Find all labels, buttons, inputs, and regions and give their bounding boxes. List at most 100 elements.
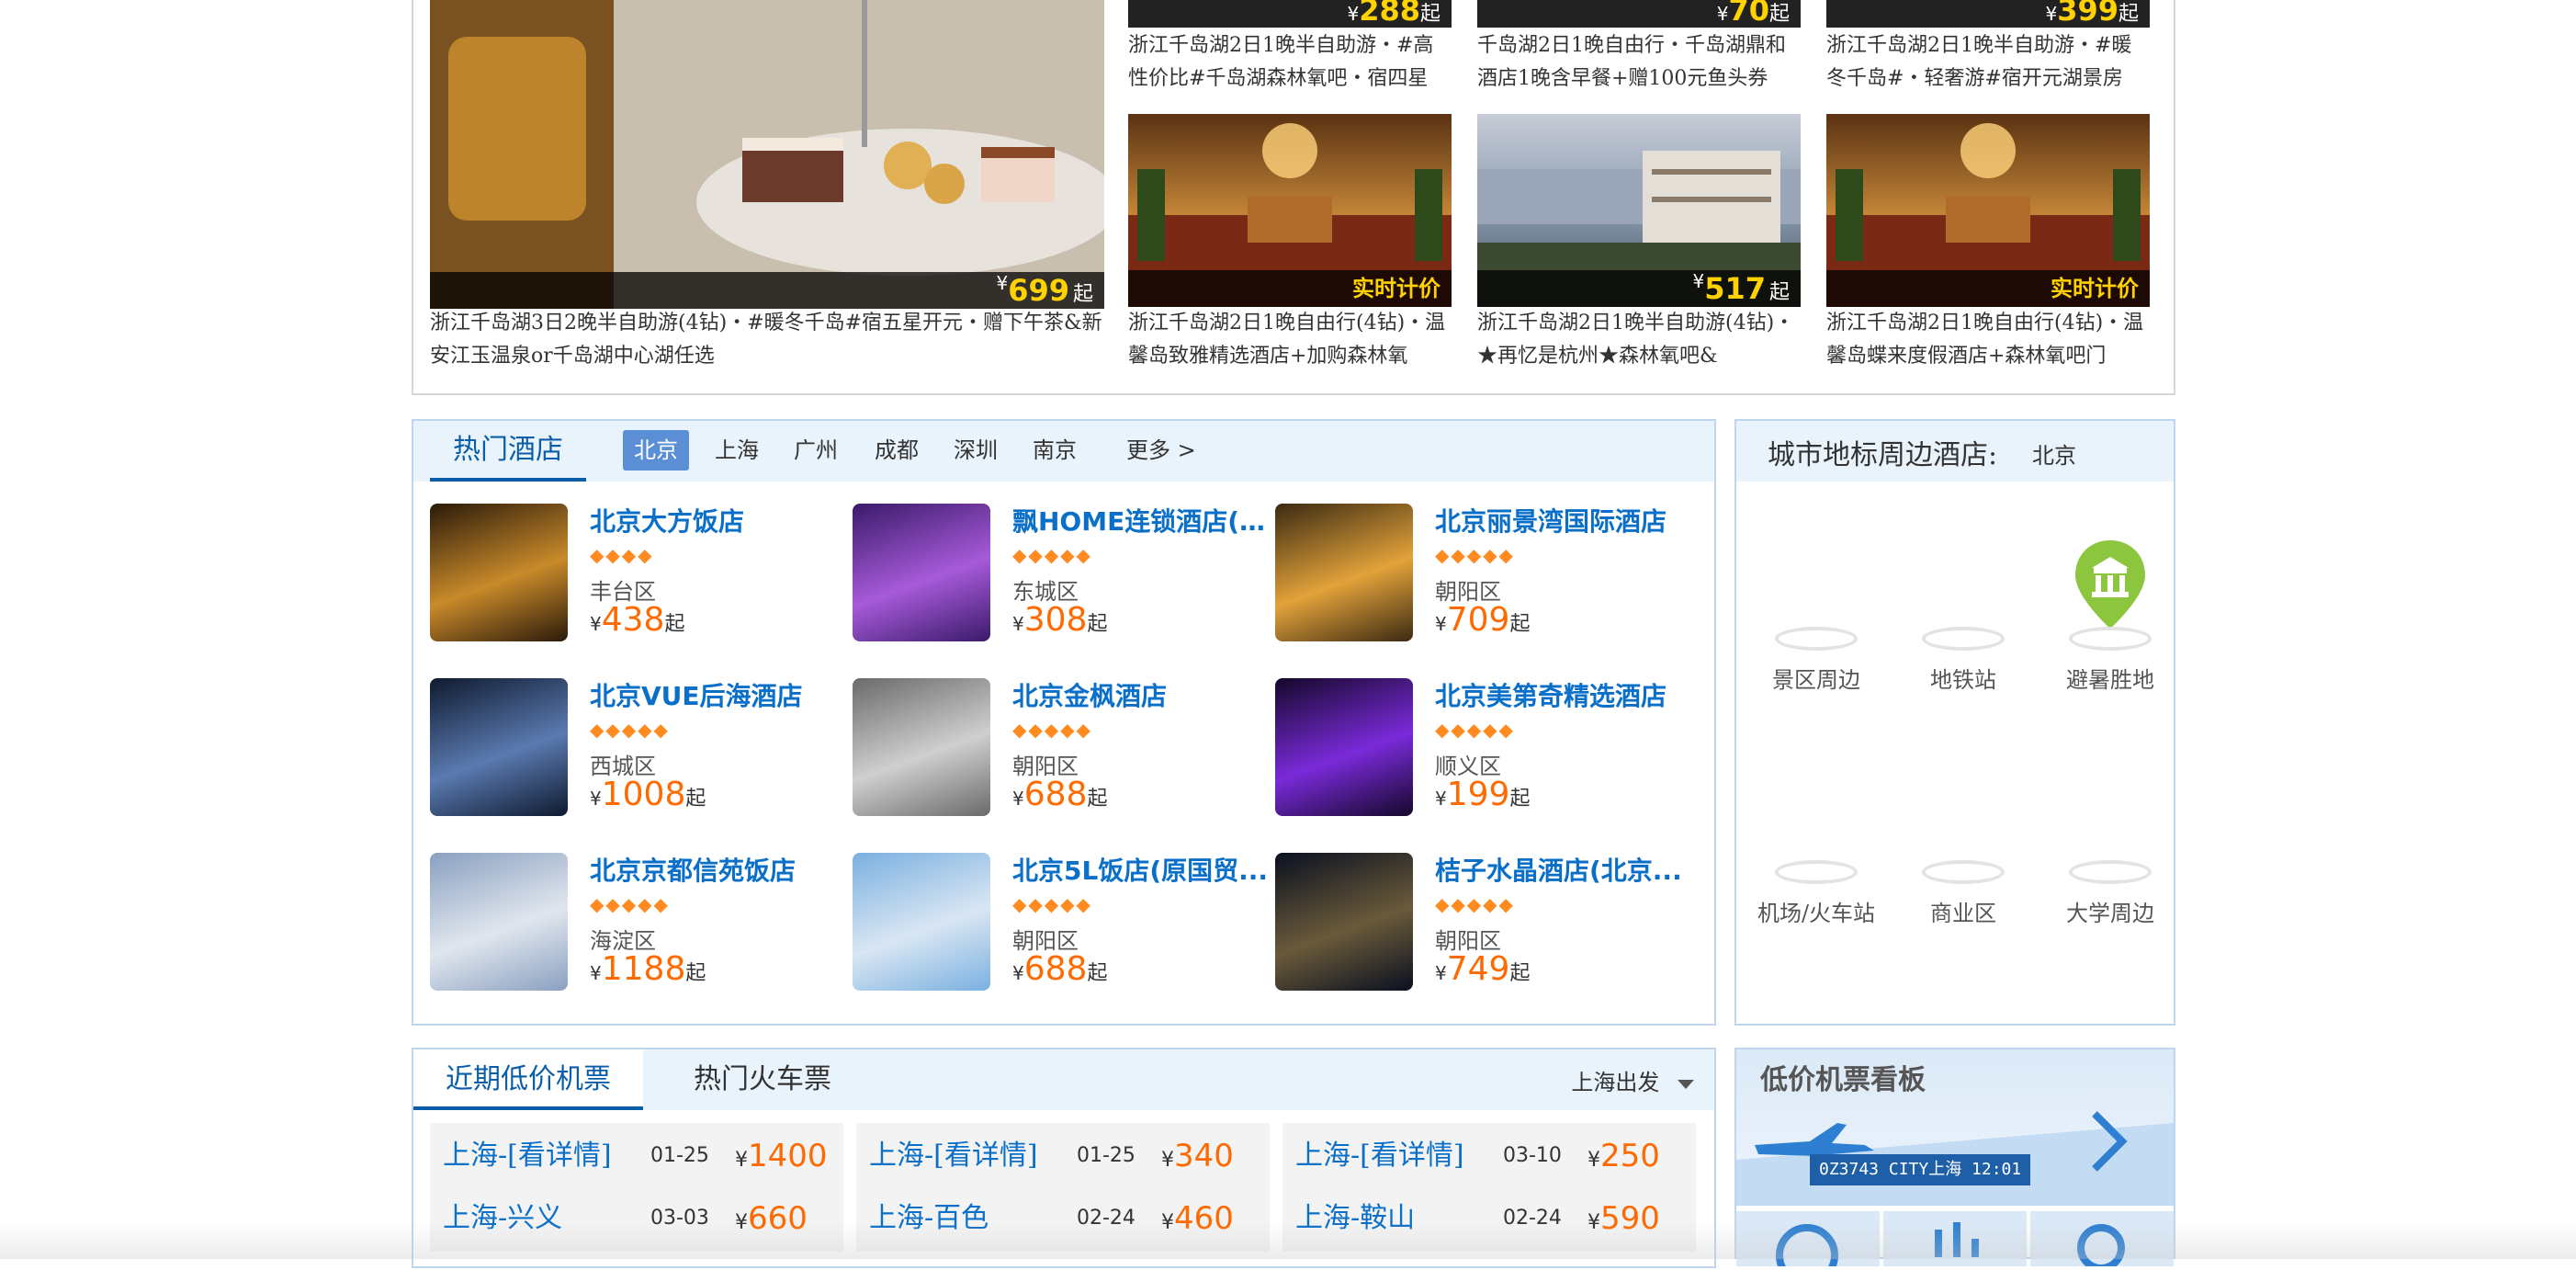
- hotel-price: ¥688起: [1012, 776, 1108, 813]
- landmark-label: 机场/火车站: [1757, 901, 1876, 926]
- hotel-thumbnail[interactable]: [430, 853, 568, 991]
- hotel-thumbnail[interactable]: [430, 504, 568, 641]
- price-from-label: 起: [1072, 283, 1093, 306]
- landmark-summer-resort[interactable]: 避暑胜地: [2041, 537, 2179, 694]
- landmark-airport-station[interactable]: 机场/火车站: [1747, 860, 1885, 927]
- landmark-title: 城市地标周边酒店:: [1768, 439, 1998, 471]
- package-card-top-3[interactable]: ¥399起 浙江千岛湖2日1晚半自助游・#暖冬千岛#・轻奢游#宿开元湖景房: [1826, 0, 2150, 96]
- landmark-label: 大学周边: [2066, 901, 2154, 926]
- hotel-name[interactable]: 北京丽景湾国际酒店: [1435, 504, 1692, 540]
- package-card-2[interactable]: ¥517 起 浙江千岛湖2日1晚半自助游(4钻)・★再忆是杭州★森林氧吧&: [1477, 114, 1801, 373]
- hotel-price: ¥308起: [1012, 601, 1108, 639]
- featured-package-image[interactable]: ¥699 起: [430, 0, 1104, 309]
- flight-route[interactable]: 上海-[看详情]: [869, 1128, 1038, 1184]
- flight-date: 01-25: [1077, 1144, 1135, 1167]
- hotel-card[interactable]: 桔子水晶酒店(北京... ◆◆◆◆◆ 朝阳区 ¥749起: [1275, 853, 1682, 1000]
- package-card-1[interactable]: 实时计价 浙江千岛湖2日1晚自由行(4钻)・温馨岛致雅精选酒店+加购森林氧: [1128, 114, 1452, 373]
- diamond-rating-icons: ◆◆◆◆◆: [1435, 893, 1515, 915]
- board-title: 低价机票看板: [1760, 1064, 1926, 1096]
- diamond-rating-icons: ◆◆◆◆◆: [1012, 544, 1092, 566]
- hot-hotels-title: 热门酒店: [430, 421, 586, 482]
- diamond-rating-icons: ◆◆◆◆◆: [1012, 893, 1092, 915]
- hotel-name[interactable]: 北京美第奇精选酒店: [1435, 678, 1692, 715]
- hotel-price: ¥199起: [1435, 776, 1531, 813]
- pin-base-icon: [1775, 627, 1858, 651]
- flight-row[interactable]: 上海-[看详情] 01-25 ¥340: [869, 1128, 1270, 1184]
- hotel-card[interactable]: 北京大方饭店 ◆◆◆◆ 丰台区 ¥438起: [430, 504, 834, 651]
- package-price: 399: [2057, 0, 2118, 28]
- flight-date: 01-25: [650, 1144, 709, 1167]
- package-price-bar: 实时计价: [1128, 270, 1452, 307]
- landmark-business[interactable]: 商业区: [1894, 860, 2032, 927]
- realtime-price-label: 实时计价: [2051, 276, 2139, 301]
- city-tab-shenzhen[interactable]: 深圳: [943, 430, 1009, 471]
- flight-route[interactable]: 上海-[看详情]: [443, 1128, 612, 1184]
- package-price-bar: ¥517 起: [1477, 270, 1801, 307]
- diamond-rating-icons: ◆◆◆◆◆: [1435, 719, 1515, 741]
- hotel-card[interactable]: 北京VUE后海酒店 ◆◆◆◆◆ 西城区 ¥1008起: [430, 678, 834, 825]
- flight-row[interactable]: 上海-[看详情] 03-10 ¥250: [1295, 1128, 1696, 1184]
- tab-hot-trains[interactable]: 热门火车票: [661, 1049, 864, 1110]
- map-pin-icon: [2075, 540, 2145, 629]
- flight-route[interactable]: 上海-[看详情]: [1295, 1128, 1464, 1184]
- hotel-name[interactable]: 北京VUE后海酒店: [590, 678, 847, 715]
- departure-select[interactable]: 上海出发: [1571, 1064, 1694, 1096]
- hotel-card[interactable]: 北京丽景湾国际酒店 ◆◆◆◆◆ 朝阳区 ¥709起: [1275, 504, 1679, 651]
- package-panel: ¥699 起 浙江千岛湖3日2晚半自助游(4钻)・#暖冬千岛#宿五星开元・赠下午茶…: [412, 0, 2175, 395]
- more-cities-link[interactable]: 更多 >: [1115, 430, 1207, 471]
- city-tab-chengdu[interactable]: 成都: [864, 430, 930, 471]
- landmark-label: 地铁站: [1930, 667, 1996, 693]
- package-desc: 浙江千岛湖2日1晚自由行(4钻)・温馨岛蝶来度假酒店+森林氧吧门: [1826, 312, 2144, 368]
- price-from-label: 起: [1419, 3, 1441, 26]
- afternoon-tea-illustration: [430, 0, 1104, 309]
- hotel-name[interactable]: 北京大方饭店: [590, 504, 847, 540]
- hotel-name[interactable]: 北京5L饭店(原国贸...: [1012, 853, 1270, 890]
- hotel-card[interactable]: 北京5L饭店(原国贸... ◆◆◆◆◆ 朝阳区 ¥688起: [853, 853, 1268, 1000]
- package-price: 70: [1728, 0, 1769, 28]
- featured-price-bar: ¥699 起: [430, 272, 1104, 309]
- hotel-name[interactable]: 北京京都信苑饭店: [590, 853, 847, 890]
- tab-low-price-flights[interactable]: 近期低价机票: [413, 1049, 643, 1110]
- board-banner[interactable]: 低价机票看板 0Z3743 CITY上海 12:01: [1736, 1049, 2174, 1206]
- hotel-card[interactable]: 北京美第奇精选酒店 ◆◆◆◆◆ 顺义区 ¥199起: [1275, 678, 1679, 825]
- pin-base-icon: [2069, 627, 2152, 651]
- diamond-rating-icons: ◆◆◆◆: [590, 544, 654, 566]
- package-image: 实时计价: [1128, 114, 1452, 307]
- departure-label: 上海出发: [1571, 1070, 1660, 1095]
- hotel-thumbnail[interactable]: [1275, 853, 1413, 991]
- hotel-thumbnail[interactable]: [1275, 678, 1413, 816]
- hotel-thumbnail[interactable]: [853, 678, 990, 816]
- pin-base-icon: [1775, 860, 1858, 884]
- package-price: 517: [1704, 271, 1766, 306]
- hotel-thumbnail[interactable]: [853, 853, 990, 991]
- city-tab-nanjing[interactable]: 南京: [1022, 430, 1088, 471]
- hotel-name[interactable]: 飘HOME连锁酒店(北京...: [1012, 504, 1270, 540]
- hotel-name[interactable]: 桔子水晶酒店(北京...: [1435, 853, 1692, 890]
- hotel-card[interactable]: 北京金枫酒店 ◆◆◆◆◆ 朝阳区 ¥688起: [853, 678, 1257, 825]
- package-card-top-1[interactable]: ¥288起 浙江千岛湖2日1晚半自助游・#高性价比#千岛湖森林氧吧・宿四星: [1128, 0, 1452, 96]
- landmark-metro[interactable]: 地铁站: [1894, 627, 2032, 694]
- landmark-header: 城市地标周边酒店: 北京: [1736, 421, 2174, 482]
- city-tab-shanghai[interactable]: 上海: [704, 430, 770, 471]
- flight-row[interactable]: 上海-[看详情] 01-25 ¥1400: [443, 1128, 843, 1184]
- landmark-scenic[interactable]: 景区周边: [1747, 627, 1885, 694]
- package-desc: 浙江千岛湖2日1晚半自助游・#高性价比#千岛湖森林氧吧・宿四星: [1128, 34, 1434, 90]
- diamond-rating-icons: ◆◆◆◆◆: [1435, 544, 1515, 566]
- chevron-down-icon: [1678, 1079, 1694, 1089]
- landmark-university[interactable]: 大学周边: [2041, 860, 2179, 927]
- hotel-name[interactable]: 北京金枫酒店: [1012, 678, 1270, 715]
- hotel-thumbnail[interactable]: [1275, 504, 1413, 641]
- hotel-card[interactable]: 北京京都信苑饭店 ◆◆◆◆◆ 海淀区 ¥1188起: [430, 853, 834, 1000]
- featured-package-desc[interactable]: 浙江千岛湖3日2晚半自助游(4钻)・#暖冬千岛#宿五星开元・赠下午茶&新安江玉温…: [430, 307, 1104, 373]
- hotel-card[interactable]: 飘HOME连锁酒店(北京...◆◆◆◆◆东城区¥308起: [853, 504, 1270, 651]
- hotel-thumbnail[interactable]: [853, 504, 990, 641]
- package-desc: 浙江千岛湖2日1晚半自助游・#暖冬千岛#・轻奢游#宿开元湖景房: [1826, 34, 2132, 90]
- diamond-rating-icons: ◆◆◆◆◆: [590, 719, 670, 741]
- package-desc: 浙江千岛湖2日1晚自由行(4钻)・温馨岛致雅精选酒店+加购森林氧: [1128, 312, 1446, 368]
- hotel-thumbnail[interactable]: [430, 678, 568, 816]
- package-card-3[interactable]: 实时计价 浙江千岛湖2日1晚自由行(4钻)・温馨岛蝶来度假酒店+森林氧吧门: [1826, 114, 2150, 373]
- package-card-top-2[interactable]: ¥70起 千岛湖2日1晚自由行・千岛湖鼎和酒店1晚含早餐+赠100元鱼头券: [1477, 0, 1801, 96]
- city-tab-beijing[interactable]: 北京: [623, 430, 689, 471]
- city-tab-guangzhou[interactable]: 广州: [783, 430, 849, 471]
- flight-price: ¥250: [1587, 1138, 1660, 1174]
